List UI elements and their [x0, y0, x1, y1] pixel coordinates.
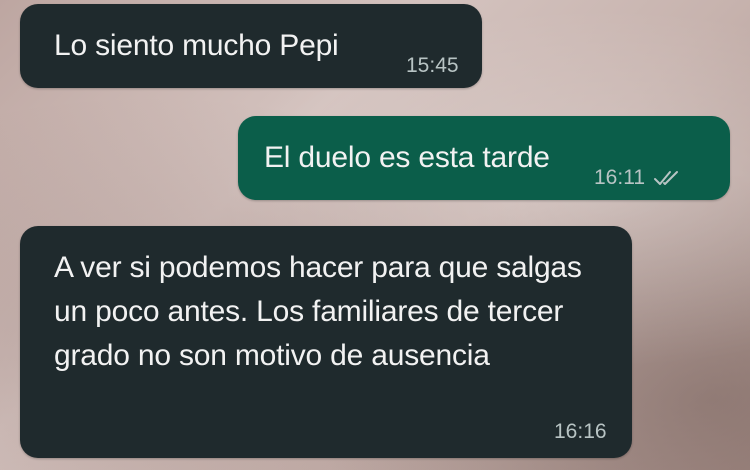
message-time: 16:16 — [554, 420, 607, 443]
message-time: 15:45 — [406, 54, 459, 77]
message-bubble-outgoing[interactable]: El duelo es esta tarde 16:11 — [238, 116, 730, 200]
message-time: 16:11 — [594, 166, 645, 189]
message-meta: 16:11 — [594, 166, 683, 190]
double-check-icon — [653, 169, 683, 187]
message-meta: 15:45 — [406, 54, 459, 78]
chat-thread: Lo siento mucho Pepi 15:45 El duelo es e… — [0, 0, 750, 470]
message-text: Lo siento mucho Pepi — [54, 29, 339, 62]
message-bubble-incoming[interactable]: A ver si podemos hacer para que salgas u… — [20, 226, 632, 458]
message-text: El duelo es esta tarde — [264, 141, 550, 174]
message-meta: 16:16 — [554, 420, 607, 444]
message-text: A ver si podemos hacer para que salgas u… — [54, 251, 582, 372]
double-check-icon-svg — [654, 171, 678, 185]
message-bubble-incoming[interactable]: Lo siento mucho Pepi 15:45 — [20, 4, 482, 88]
